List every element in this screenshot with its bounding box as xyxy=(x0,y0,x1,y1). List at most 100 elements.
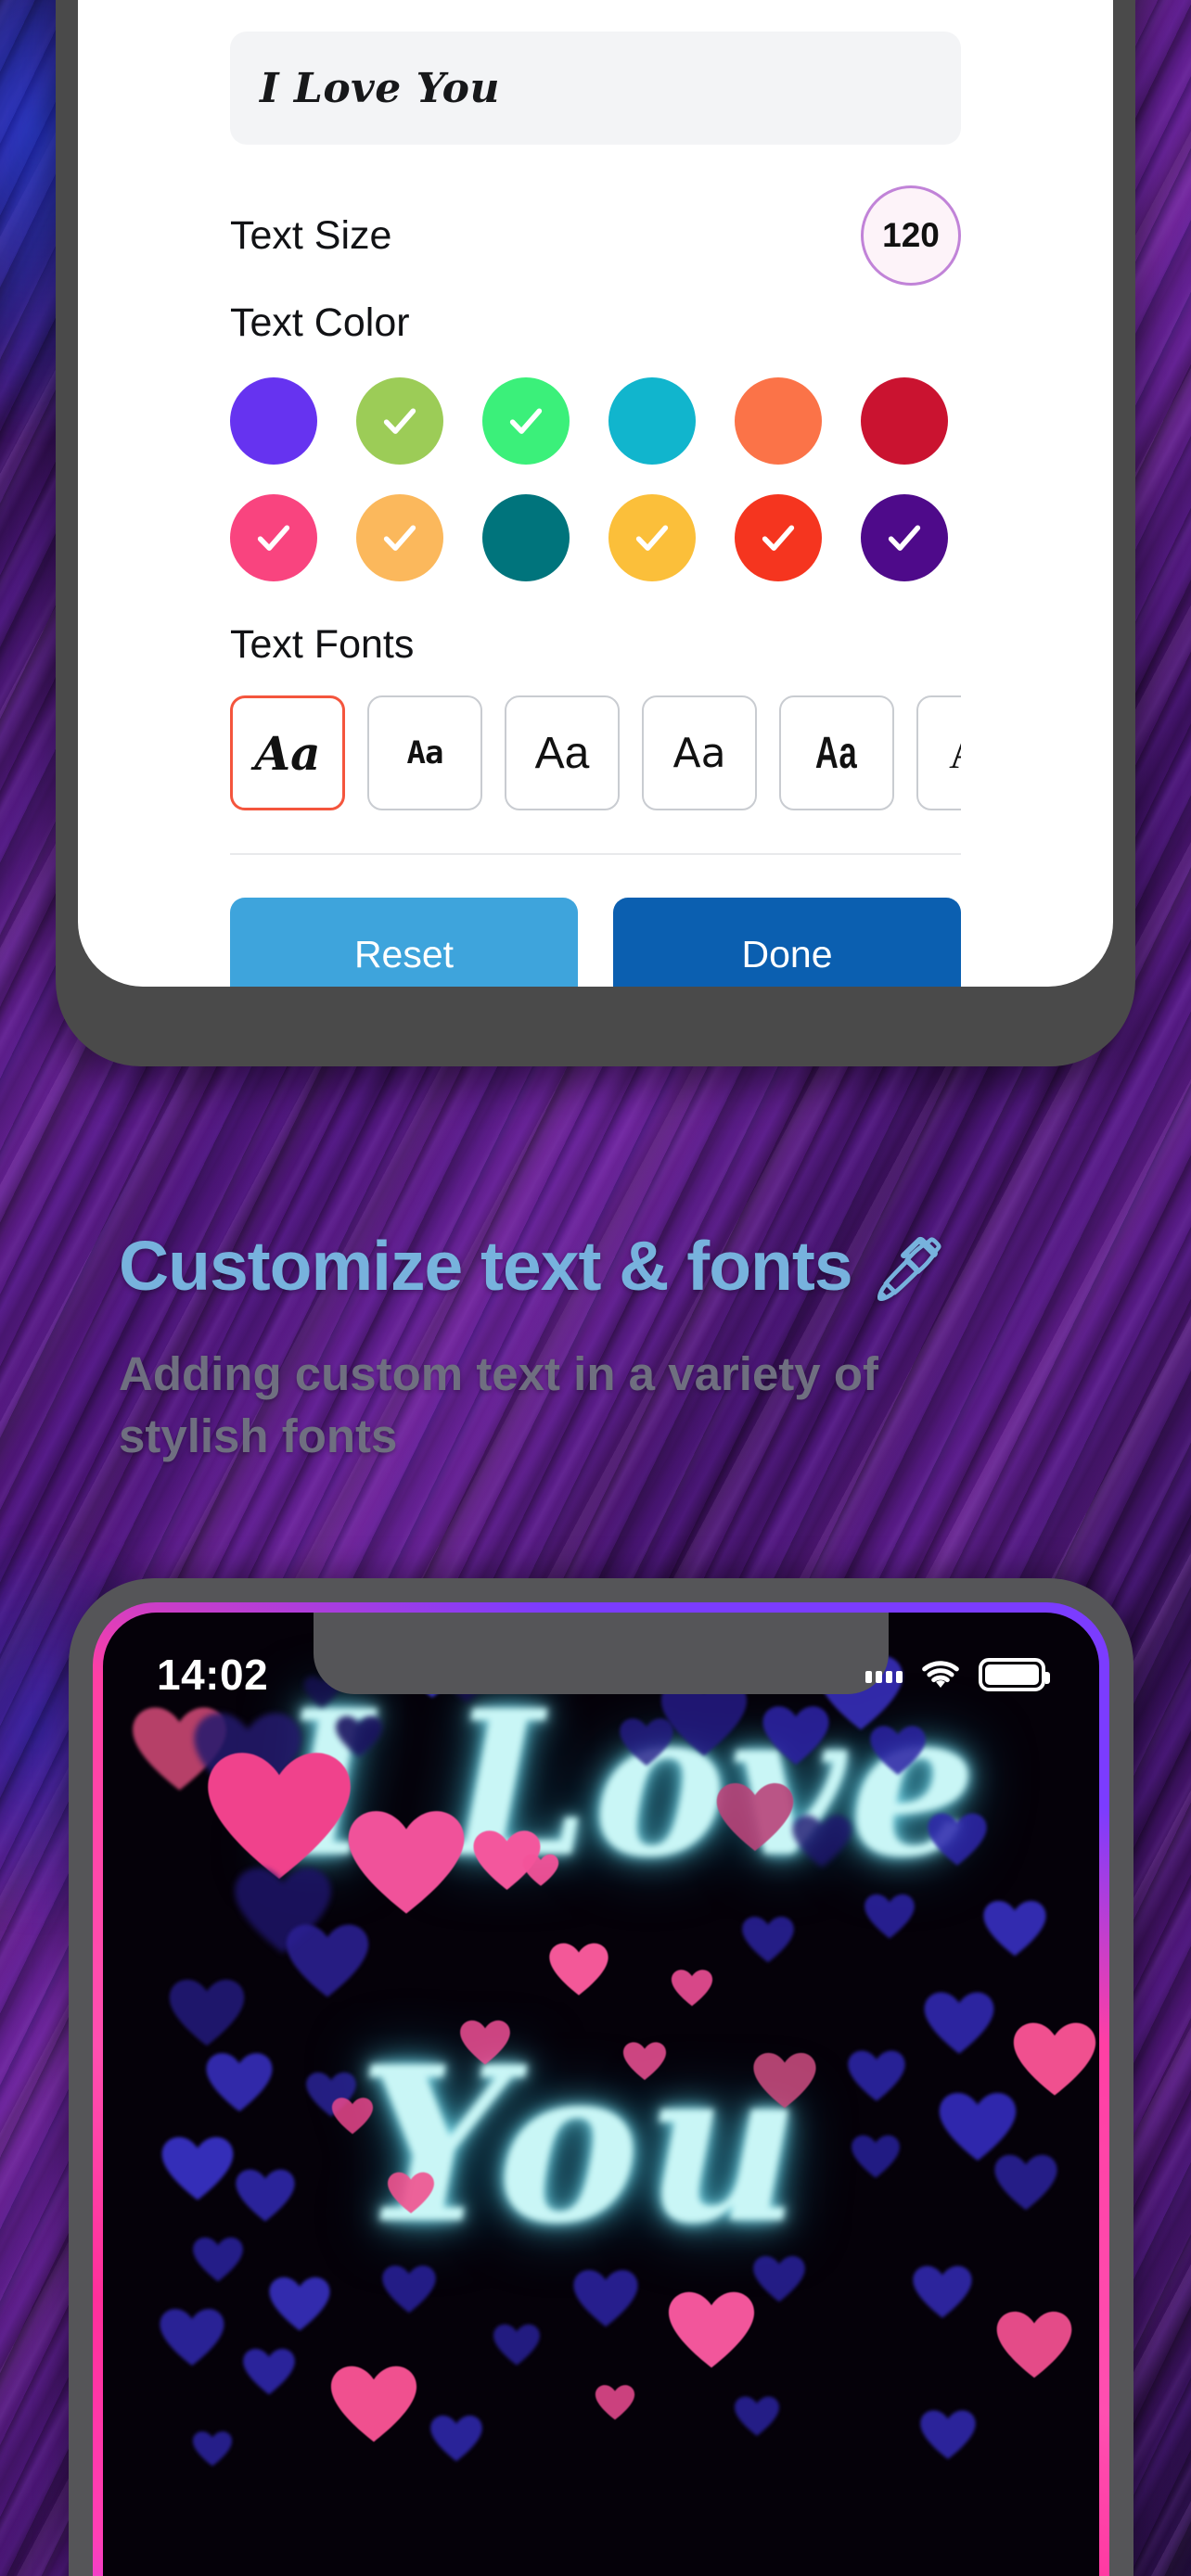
headline-block: Customize text & fonts 🖊 Adding custom t… xyxy=(119,1226,1102,1468)
heart-icon xyxy=(346,1803,467,1923)
color-swatch-list xyxy=(230,377,961,611)
color-swatch[interactable] xyxy=(735,377,822,465)
font-option-button[interactable]: Aa xyxy=(367,695,482,810)
headline-title: Customize text & fonts 🖊 xyxy=(119,1226,1102,1306)
wifi-icon xyxy=(922,1661,959,1688)
font-sample-label: Aa xyxy=(672,729,726,777)
heart-icon xyxy=(919,2406,977,2464)
heart-icon xyxy=(595,2382,635,2423)
signal-dots-icon xyxy=(865,1666,903,1683)
heart-icon xyxy=(548,1939,609,2000)
heart-icon xyxy=(741,1913,795,1967)
done-button[interactable]: Done xyxy=(613,898,961,987)
heart-icon xyxy=(752,2048,817,2113)
text-editor-sheet: I Love You Text Size 120 Text Color Text… xyxy=(78,0,1113,987)
heart-icon xyxy=(715,1778,795,1857)
heart-icon xyxy=(329,2360,418,2449)
editor-action-buttons: Reset Done xyxy=(78,855,1113,987)
color-swatch[interactable] xyxy=(482,494,570,581)
heart-icon xyxy=(160,2132,235,2206)
headline-title-text: Customize text & fonts xyxy=(119,1227,853,1305)
color-swatch-row xyxy=(230,377,961,465)
color-swatch[interactable] xyxy=(735,494,822,581)
heart-icon xyxy=(869,1722,927,1779)
heart-icon xyxy=(912,2262,973,2323)
color-swatch[interactable] xyxy=(861,377,948,465)
heart-icon xyxy=(982,1896,1047,1961)
preview-screen: 14:02 I Love You EffectColo xyxy=(103,1613,1099,2576)
font-sample-label: Aa xyxy=(949,729,961,778)
font-sample-label: Aa xyxy=(254,725,321,781)
font-option-button[interactable]: Aa xyxy=(230,695,345,810)
color-swatch[interactable] xyxy=(482,377,570,465)
color-swatch[interactable] xyxy=(356,494,443,581)
color-swatch[interactable] xyxy=(608,377,696,465)
headline-subtitle: Adding custom text in a variety of styli… xyxy=(119,1347,878,1463)
font-option-button[interactable]: Aa xyxy=(642,695,757,810)
heart-icon xyxy=(995,2306,1073,2384)
heart-icon xyxy=(864,1891,916,1943)
heart-icon xyxy=(493,2321,541,2369)
heart-icon xyxy=(335,1713,383,1761)
status-time: 14:02 xyxy=(157,1651,269,1699)
heart-icon xyxy=(847,2047,906,2106)
heart-icon xyxy=(268,2273,331,2336)
heart-icon xyxy=(522,1852,559,1889)
color-swatch[interactable] xyxy=(356,377,443,465)
text-fonts-label: Text Fonts xyxy=(230,622,415,667)
heart-icon xyxy=(387,2169,435,2217)
color-swatch[interactable] xyxy=(230,377,317,465)
phone-mockup-preview: 14:02 I Love You EffectColo xyxy=(69,1578,1133,2576)
heart-icon xyxy=(205,2048,274,2117)
text-size-row: Text Size 120 xyxy=(230,185,961,286)
text-size-label: Text Size xyxy=(230,212,392,258)
reset-button[interactable]: Reset xyxy=(230,898,578,987)
pen-icon: 🖊 xyxy=(870,1234,948,1303)
heart-icon xyxy=(923,1987,995,2060)
heart-icon xyxy=(667,2286,756,2375)
heart-icon xyxy=(851,2132,901,2182)
color-swatch[interactable] xyxy=(861,494,948,581)
heart-icon xyxy=(242,2345,296,2399)
heart-icon xyxy=(671,1967,713,2009)
font-option-button[interactable]: Aa xyxy=(916,695,961,810)
text-color-label: Text Color xyxy=(230,300,410,345)
text-input[interactable]: I Love You xyxy=(230,32,961,145)
heart-icon xyxy=(622,2039,667,2084)
editor-screen: I Love You Text Size 120 Text Color Text… xyxy=(78,0,1113,987)
preview-neon-line-2: You xyxy=(358,2021,806,2271)
editor-content: I Love You Text Size 120 Text Color Text… xyxy=(78,0,1113,855)
font-option-button[interactable]: Aa xyxy=(779,695,894,810)
font-option-button[interactable]: Aa xyxy=(505,695,620,810)
heart-icon xyxy=(168,1974,246,2052)
heart-icon xyxy=(459,2017,511,2069)
color-swatch[interactable] xyxy=(608,494,696,581)
heart-icon xyxy=(381,2262,437,2317)
color-swatch-row xyxy=(230,494,961,581)
font-sample-label: Aa xyxy=(406,734,444,772)
font-sample-label: Aa xyxy=(534,728,590,778)
heart-icon xyxy=(235,2165,296,2226)
text-size-value-badge[interactable]: 120 xyxy=(861,185,961,286)
heart-icon xyxy=(159,2304,225,2371)
heart-icon xyxy=(752,2252,806,2306)
font-swatch-list: AaAaAaAaAaAaAa xyxy=(230,695,961,810)
heart-icon xyxy=(993,2150,1058,2215)
heart-icon xyxy=(927,1809,988,1870)
heart-icon xyxy=(791,1811,852,1872)
heart-icon xyxy=(192,2234,244,2286)
heart-icon xyxy=(285,1919,370,2004)
heart-icon xyxy=(572,2265,639,2332)
heart-icon xyxy=(429,2412,483,2466)
heart-icon xyxy=(734,2393,780,2440)
battery-icon xyxy=(979,1658,1050,1691)
phone-mockup-editor: I Love You Text Size 120 Text Color Text… xyxy=(56,0,1135,1066)
phone-neon-border: 14:02 I Love You EffectColo xyxy=(93,1602,1109,2576)
heart-icon xyxy=(192,2429,233,2469)
font-sample-label: Aa xyxy=(815,728,858,778)
status-bar: 14:02 xyxy=(103,1644,1099,1705)
color-swatch[interactable] xyxy=(230,494,317,581)
status-icons xyxy=(865,1658,1050,1691)
heart-icon xyxy=(1012,2017,1097,2102)
heart-icon xyxy=(331,2095,374,2137)
